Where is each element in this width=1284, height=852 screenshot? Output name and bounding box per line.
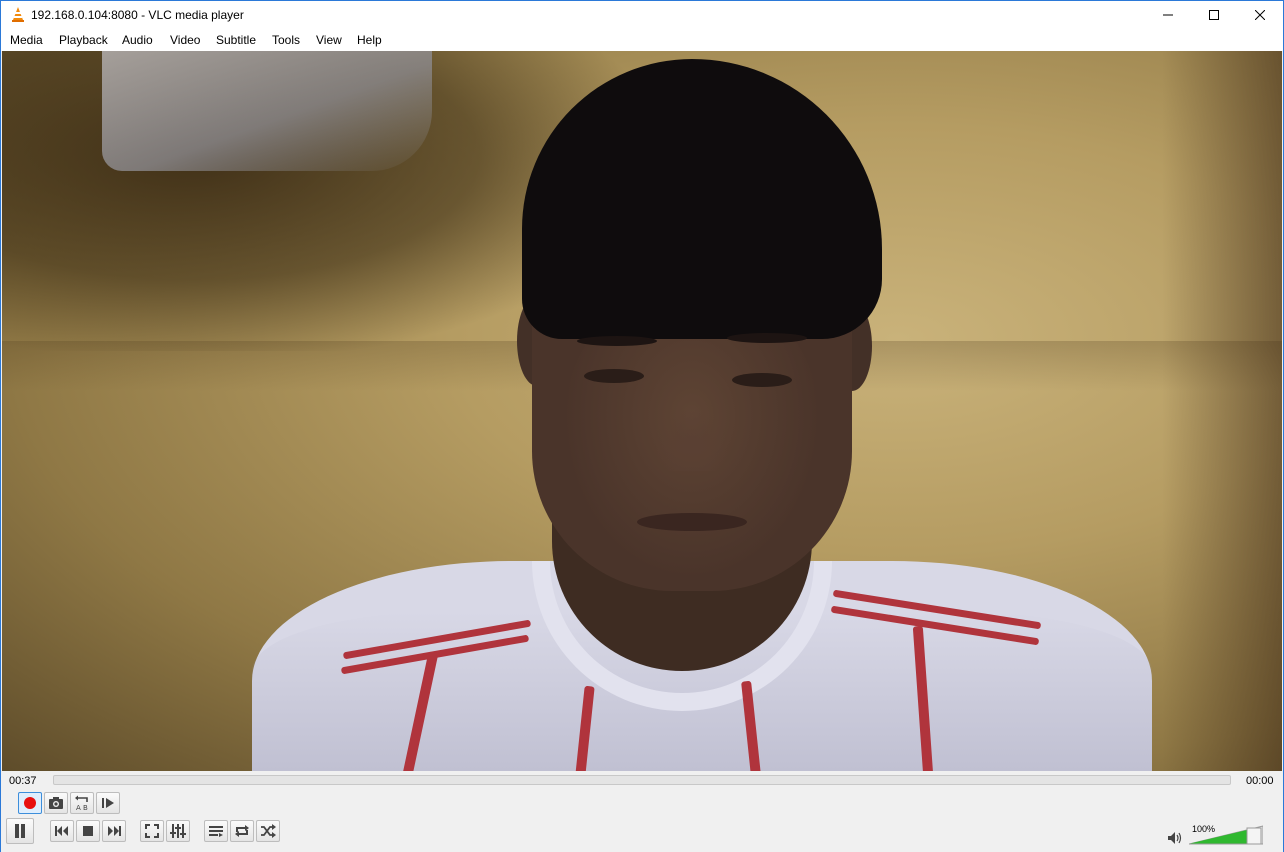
close-icon (1255, 10, 1265, 20)
menu-video[interactable]: Video (170, 33, 200, 47)
right-eye (732, 373, 792, 387)
left-eyebrow (577, 336, 657, 346)
total-time[interactable]: 00:00 (1246, 775, 1274, 787)
vlc-cone-icon (12, 7, 24, 22)
pause-button[interactable] (6, 818, 34, 844)
controls-panel: 00:37 00:00 A B 100% (1, 771, 1283, 852)
menu-help[interactable]: Help (357, 33, 382, 47)
menu-playback[interactable]: Playback (59, 33, 108, 47)
menu-audio[interactable]: Audio (122, 33, 153, 47)
menu-bar: Media Playback Audio Video Subtitle Tool… (1, 29, 1283, 51)
next-icon (108, 826, 121, 836)
pause-icon (15, 824, 25, 838)
stop-button[interactable] (76, 820, 100, 842)
close-button[interactable] (1237, 1, 1283, 29)
loop-button[interactable] (230, 820, 254, 842)
next-button[interactable] (102, 820, 126, 842)
volume-slider[interactable] (1189, 825, 1263, 845)
window-title: 192.168.0.104:8080 - VLC media player (31, 8, 244, 22)
maximize-icon (1209, 10, 1219, 20)
loop-ab-button[interactable]: A B (70, 792, 94, 814)
previous-icon (55, 826, 68, 836)
elapsed-time[interactable]: 00:37 (9, 775, 37, 787)
volume-handle[interactable] (1246, 827, 1262, 845)
menu-tools[interactable]: Tools (272, 33, 300, 47)
playlist-icon (209, 826, 223, 837)
loop-ab-icon: A B (75, 795, 88, 811)
frame-step-icon (102, 798, 114, 808)
vlc-window: 192.168.0.104:8080 - VLC media player Me… (0, 0, 1284, 852)
svg-text:A B: A B (76, 804, 88, 811)
menu-media[interactable]: Media (10, 33, 43, 47)
minimize-icon (1163, 14, 1173, 16)
previous-button[interactable] (50, 820, 74, 842)
extended-settings-icon (170, 824, 186, 838)
loop-icon (235, 825, 249, 837)
seek-slider[interactable] (53, 775, 1231, 785)
shuffle-button[interactable] (256, 820, 280, 842)
record-button[interactable] (18, 792, 42, 814)
snapshot-button[interactable] (44, 792, 68, 814)
hair (522, 59, 882, 339)
menu-view[interactable]: View (316, 33, 342, 47)
extended-settings-button[interactable] (166, 820, 190, 842)
shuffle-icon (261, 824, 276, 838)
playlist-button[interactable] (204, 820, 228, 842)
title-bar[interactable]: 192.168.0.104:8080 - VLC media player (1, 1, 1283, 29)
person-in-video (232, 51, 1152, 771)
wall-edge-shadow (1162, 51, 1282, 771)
nose (657, 411, 727, 471)
video-area[interactable] (2, 51, 1282, 771)
frame-step-button[interactable] (96, 792, 120, 814)
right-eyebrow (727, 333, 807, 343)
mouth (637, 513, 747, 531)
snapshot-icon (49, 797, 63, 809)
menu-subtitle[interactable]: Subtitle (216, 33, 256, 47)
speaker-icon[interactable] (1167, 831, 1183, 845)
maximize-button[interactable] (1191, 1, 1237, 29)
fullscreen-icon (145, 824, 159, 838)
stop-icon (83, 826, 93, 836)
minimize-button[interactable] (1145, 1, 1191, 29)
left-eye (584, 369, 644, 383)
fullscreen-button[interactable] (140, 820, 164, 842)
record-icon (24, 797, 36, 809)
